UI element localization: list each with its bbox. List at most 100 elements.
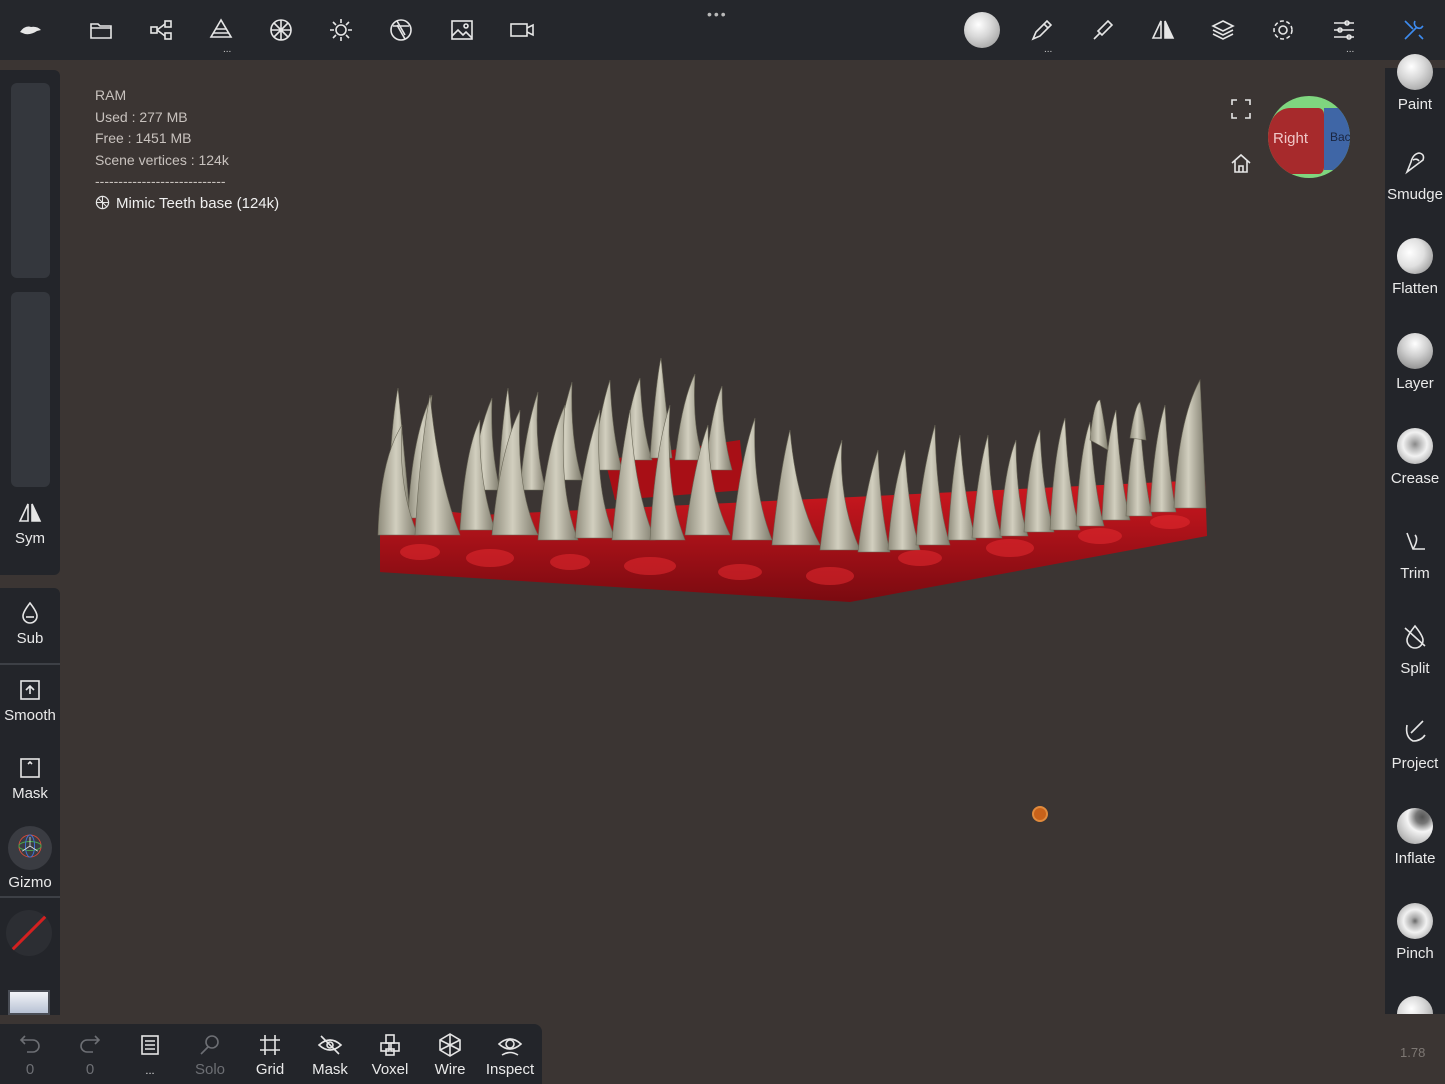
pinch-sphere-icon — [1397, 903, 1433, 939]
material-thumbnail[interactable] — [8, 990, 50, 1015]
video-camera-icon[interactable] — [506, 14, 538, 46]
mask-visibility-button[interactable]: Mask — [302, 1032, 358, 1078]
lighting-icon[interactable] — [325, 14, 357, 46]
material-sphere-icon[interactable] — [963, 11, 1001, 49]
tool-crease[interactable]: Crease — [1385, 428, 1445, 487]
topology-icon[interactable] — [265, 14, 297, 46]
tool-trim[interactable]: Trim — [1385, 523, 1445, 582]
tool-pinch[interactable]: Pinch — [1385, 903, 1445, 962]
smudge-finger-icon — [1397, 144, 1433, 180]
viewport-mesh-teeth[interactable] — [360, 340, 1230, 620]
ram-used: Used : 277 MB — [95, 108, 188, 125]
brush-settings-icon[interactable] — [1026, 14, 1058, 46]
inspect-button[interactable]: Inspect — [482, 1032, 538, 1078]
no-color-icon — [6, 910, 52, 956]
wire-button[interactable]: Wire — [422, 1032, 478, 1078]
app-logo-icon[interactable] — [14, 14, 46, 46]
left-panel-actions: Sub Smooth Mask Gizmo — [0, 588, 60, 1015]
tool-project[interactable]: Project — [1385, 713, 1445, 772]
flatten-sphere-icon — [1397, 238, 1433, 274]
tool-label: Pinch — [1396, 945, 1434, 962]
solo-button[interactable]: Solo — [182, 1032, 238, 1078]
brush-more-indicator: ... — [1044, 44, 1053, 55]
smooth-button[interactable]: Smooth — [0, 677, 60, 724]
wire-label: Wire — [434, 1061, 466, 1078]
voxel-label: Voxel — [371, 1061, 409, 1078]
object-name: Mimic Teeth base (124k) — [116, 194, 280, 212]
tool-paint[interactable]: Paint — [1385, 54, 1445, 113]
redo-button[interactable]: 0 — [62, 1032, 118, 1078]
settings-gear-icon[interactable] — [1267, 14, 1299, 46]
inflate-sphere-icon — [1397, 808, 1433, 844]
version-label: 1.78 — [1400, 1045, 1426, 1060]
mask-button[interactable]: Mask — [0, 755, 60, 802]
tool-smudge[interactable]: Smudge — [1385, 144, 1445, 203]
object-mesh-icon — [95, 195, 110, 209]
more-tools-sphere[interactable] — [1397, 996, 1433, 1014]
primitives-more-indicator: ... — [223, 44, 232, 55]
grid-label: Grid — [255, 1061, 285, 1078]
ram-free: Free : 1451 MB — [95, 130, 192, 146]
voxel-button[interactable]: Voxel — [362, 1032, 418, 1078]
tools-wrench-icon[interactable] — [1398, 14, 1430, 46]
ram-label: RAM — [95, 87, 127, 103]
grid-button[interactable]: Grid — [242, 1032, 298, 1078]
brush-intensity-slider[interactable] — [11, 292, 50, 487]
gizmo-icon — [8, 826, 52, 870]
stroke-settings-icon[interactable] — [1087, 14, 1119, 46]
scene-vertices: Scene vertices : 124k — [95, 151, 229, 168]
sub-button[interactable]: Sub — [0, 600, 60, 647]
sym-label: Sym — [15, 530, 45, 547]
scene-menu-dots: ... — [145, 1065, 155, 1077]
background-image-icon[interactable] — [446, 14, 478, 46]
smooth-label: Smooth — [4, 707, 56, 724]
sub-label: Sub — [16, 630, 44, 647]
tool-flatten[interactable]: Flatten — [1385, 238, 1445, 297]
pivot-point-marker[interactable] — [1032, 806, 1048, 822]
fullscreen-icon[interactable] — [1230, 98, 1252, 120]
view-cube-back-label: Back — [1330, 130, 1350, 144]
layers-icon[interactable] — [1207, 14, 1239, 46]
undo-button[interactable]: 0 — [2, 1032, 58, 1078]
scene-graph-icon[interactable] — [145, 14, 177, 46]
view-cube[interactable]: Right Back — [1268, 96, 1350, 178]
tool-inflate[interactable]: Inflate — [1385, 808, 1445, 867]
mask-visibility-label: Mask — [312, 1061, 348, 1078]
color-swatch-button[interactable] — [6, 910, 52, 956]
tool-layer[interactable]: Layer — [1385, 333, 1445, 392]
mask-label: Mask — [12, 785, 48, 802]
tool-label: Project — [1391, 755, 1439, 772]
interface-more-indicator: ... — [1346, 44, 1355, 55]
view-cube-right-label: Right — [1273, 130, 1309, 147]
scene-menu-button[interactable]: ... — [122, 1032, 178, 1078]
tool-label: Smudge — [1387, 186, 1443, 203]
tool-label: Layer — [1396, 375, 1434, 392]
bottom-toolbar: 0 0 ... Solo Grid Mask Voxel Wire Inspec… — [0, 1024, 542, 1084]
more-options-dots[interactable]: ••• — [707, 6, 728, 22]
split-icon — [1397, 618, 1433, 654]
folder-icon[interactable] — [85, 14, 117, 46]
project-icon — [1397, 713, 1433, 749]
undo-count: 0 — [25, 1061, 35, 1078]
tool-label: Paint — [1397, 96, 1433, 113]
primitives-icon[interactable] — [205, 14, 237, 46]
selected-object[interactable]: Mimic Teeth base (124k) — [95, 193, 279, 215]
sym-button[interactable]: Sym — [0, 500, 60, 547]
gizmo-button[interactable]: Gizmo — [0, 826, 60, 891]
scene-info-panel: RAM Used : 277 MB Free : 1451 MB Scene v… — [95, 85, 279, 214]
tool-split[interactable]: Split — [1385, 618, 1445, 677]
camera-shutter-icon[interactable] — [385, 14, 417, 46]
trim-icon — [1397, 523, 1433, 559]
brush-radius-slider[interactable] — [11, 83, 50, 278]
tool-label: Trim — [1400, 565, 1430, 582]
layer-sphere-icon — [1397, 333, 1433, 369]
tool-label: Crease — [1390, 470, 1440, 487]
inspect-label: Inspect — [485, 1061, 535, 1078]
crease-sphere-icon — [1397, 428, 1433, 464]
interface-sliders-icon[interactable] — [1328, 14, 1360, 46]
paint-sphere-icon — [1397, 54, 1433, 90]
symmetry-icon[interactable] — [1147, 14, 1179, 46]
right-tool-panel: Paint Smudge Flatten Layer Crease Trim S… — [1385, 54, 1445, 1014]
home-view-icon[interactable] — [1230, 152, 1252, 174]
redo-count: 0 — [85, 1061, 95, 1078]
